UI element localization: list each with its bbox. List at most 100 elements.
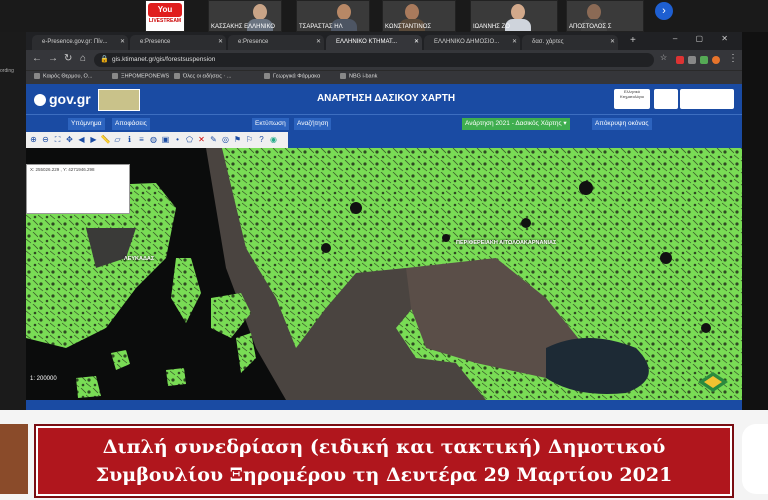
- map-toolbar-row: ⊕ ⊖ ⛶ ✥ ◀ ▶ 📏 ▱ ℹ ≡ ◍ ▣ • ⬠ ✕ ✎ ◎ ⚑ ⚐ ? …: [26, 132, 742, 148]
- participant-tile[interactable]: ΙΩΑΝΝΗΣ ΖΟ: [470, 0, 558, 32]
- decisions-button[interactable]: Αποφάσεις: [112, 118, 150, 130]
- map-toolbar: ⊕ ⊖ ⛶ ✥ ◀ ▶ 📏 ▱ ℹ ≡ ◍ ▣ • ⬠ ✕ ✎ ◎ ⚑ ⚐ ? …: [26, 132, 288, 148]
- cadastre-logo: Ελληνικό Κτηματολόγιο: [614, 89, 650, 109]
- tab-label: e:Presence: [140, 39, 171, 45]
- forward-icon[interactable]: →: [48, 53, 58, 64]
- youtube-logo: You Tube: [148, 3, 182, 28]
- side-panel-label: ording: [0, 68, 14, 74]
- print-button[interactable]: Εκτύπωση: [252, 118, 289, 130]
- eu-funding-logo: [680, 89, 734, 109]
- address-bar-row: ← → ↻ ⌂ 🔒 gis.ktimanet.gr/gis/forestsusp…: [26, 50, 742, 70]
- govgr-logo[interactable]: gov.gr: [34, 91, 91, 107]
- cadastre-badge-icon: [698, 372, 728, 392]
- point-icon[interactable]: •: [172, 134, 183, 145]
- right-side-panel: [742, 32, 768, 410]
- participant-tile[interactable]: ΑΠΟΣΤΟΛΟΣ Σ: [566, 0, 644, 32]
- area-icon[interactable]: ▱: [112, 134, 123, 145]
- edit-icon[interactable]: ✎: [208, 134, 219, 145]
- participant-tile[interactable]: ΚΩΝΣΤΑΝΤΙΝΟΣ: [382, 0, 456, 32]
- tab-label: ΕΛΛΗΝΙΚΟ ΔΗΜΟΣΙΟ...: [434, 39, 500, 45]
- star-icon[interactable]: ☆: [660, 53, 667, 62]
- locate-icon[interactable]: ◎: [220, 134, 231, 145]
- select-icon[interactable]: ▣: [160, 134, 171, 145]
- coordinates-readout: X: 255026.229 , Y: 4271946.298: [26, 164, 130, 214]
- place-label: ΠΕΡΙΦΕΡΕΙΑΚΗ ΑΙΤΩΛΟΑΚΑΡΝΑΝΙΑΣ: [456, 240, 557, 246]
- previous-extent-icon[interactable]: ◀: [76, 134, 87, 145]
- close-icon[interactable]: ✕: [120, 35, 125, 50]
- measure-icon[interactable]: 📏: [100, 134, 111, 145]
- tab-label: δασ. χάρτες: [532, 39, 564, 45]
- browser-tab[interactable]: e-Presence.gov.gr: Πίν... ✕: [32, 35, 128, 50]
- close-icon[interactable]: ✕: [610, 35, 615, 50]
- close-icon[interactable]: ✕: [414, 35, 419, 50]
- browser-tab[interactable]: ΕΛΛΗΝΙΚΟ ΔΗΜΟΣΙΟ... ✕: [424, 35, 520, 50]
- browser-window: e-Presence.gov.gr: Πίν... ✕ e:Presence ✕ e…: [26, 32, 742, 410]
- page-title: ΑΝΑΡΤΗΣΗ ΔΑΣΙΚΟΥ ΧΑΡΤΗ: [316, 93, 456, 104]
- caption-line-2: Συμβουλίου Ξηρομέρου τη Δευτέρα 29 Μαρτί…: [95, 464, 673, 486]
- zoom-in-icon[interactable]: ⊕: [28, 134, 39, 145]
- participant-name: ΤΣΑΡΑΣΤΑΣ ΗΛ: [299, 24, 343, 30]
- municipality-seal-logo: [742, 424, 768, 494]
- bookmark-map-icon[interactable]: ⚑: [232, 134, 243, 145]
- bookmarks-bar: Καιρός Θερμου, Ο... ΞΗΡΟΜΕΡΟNEWS Όλες οι…: [26, 70, 742, 85]
- full-extent-icon[interactable]: ⛶: [52, 134, 63, 145]
- bookmark-item[interactable]: Καιρός Θερμου, Ο...: [34, 73, 92, 79]
- browser-tab[interactable]: e:Presence ✕: [130, 35, 226, 50]
- partner-logo: [654, 89, 678, 109]
- polygon-icon[interactable]: ⬠: [184, 134, 195, 145]
- tab-bar: e-Presence.gov.gr: Πίν... ✕ e:Presence ✕ e…: [26, 32, 742, 50]
- help-icon[interactable]: ?: [256, 134, 267, 145]
- flag-icon[interactable]: ⚐: [244, 134, 255, 145]
- bookmark-item[interactable]: NBG i-bank: [340, 73, 377, 79]
- caption-line-1: Διπλή συνεδρίαση (ειδική και τακτική) Δη…: [102, 436, 666, 458]
- layers-icon[interactable]: ≡: [136, 134, 147, 145]
- basemap-icon[interactable]: ◉: [268, 134, 279, 145]
- reload-icon[interactable]: ↻: [64, 53, 72, 64]
- close-icon[interactable]: ✕: [218, 35, 223, 50]
- participant-name: ΑΠΟΣΤΟΛΟΣ Σ: [569, 24, 612, 30]
- extension-icon[interactable]: [688, 56, 696, 64]
- bookmark-item[interactable]: ΞΗΡΟΜΕΡΟNEWS: [112, 73, 169, 79]
- legend-button[interactable]: Υπόμνημα: [68, 118, 105, 130]
- clear-icon[interactable]: ✕: [196, 134, 207, 145]
- zoom-out-icon[interactable]: ⊖: [40, 134, 51, 145]
- url-text: gis.ktimanet.gr/gis/forestsuspension: [112, 56, 216, 63]
- close-icon[interactable]: ✕: [316, 35, 321, 50]
- hide-image-button[interactable]: Απόκρυψη οκόνας: [592, 118, 652, 130]
- home-icon[interactable]: ⌂: [80, 53, 86, 64]
- meeting-caption-banner: Διπλή συνεδρίαση (ειδική και τακτική) Δη…: [36, 426, 732, 496]
- youtube-livestream-tile: You Tube LIVESTREAM: [145, 0, 185, 32]
- next-extent-icon[interactable]: ▶: [88, 134, 99, 145]
- menu-dots-icon[interactable]: ⋮: [728, 53, 738, 64]
- map-footer-bar: [26, 400, 742, 410]
- site-menu: Υπόμνημα Αποφάσεις Εκτύπωση Αναζήτηση Αν…: [26, 114, 742, 133]
- participant-tile[interactable]: ΤΣΑΡΑΣΤΑΣ ΗΛ: [296, 0, 370, 32]
- close-icon[interactable]: ✕: [512, 35, 517, 50]
- info-icon[interactable]: ℹ: [124, 134, 135, 145]
- pan-icon[interactable]: ✥: [64, 134, 75, 145]
- window-controls[interactable]: – ▢ ✕: [673, 34, 736, 43]
- participant-tile[interactable]: ΚΑΣΣΑΚΗΣ ΕΛΛΗΝΙΚΟ: [208, 0, 282, 32]
- extension-icon[interactable]: [676, 56, 684, 64]
- layer-select-dropdown[interactable]: Ανάρτηση 2021 - Δασικός Χάρτης ▾: [462, 118, 570, 130]
- bookmark-item[interactable]: Όλες οι ειδήσεις · ...: [174, 73, 231, 79]
- extension-icon[interactable]: [700, 56, 708, 64]
- browser-tab[interactable]: e:Presence ✕: [228, 35, 324, 50]
- back-icon[interactable]: ←: [32, 53, 42, 64]
- place-label: ΛΕΥΚΑΔΑΣ: [124, 256, 155, 262]
- browser-tab[interactable]: δασ. χάρτες ✕: [522, 35, 618, 50]
- tab-label: e-Presence.gov.gr: Πίν...: [42, 39, 108, 45]
- browser-tab-active[interactable]: ΕΛΛΗΝΙΚΟ ΚΤΗΜΑΤ... ✕: [326, 35, 422, 50]
- lock-icon[interactable]: 🔒: [100, 53, 109, 67]
- search-button[interactable]: Αναζήτηση: [294, 118, 332, 130]
- next-participants-button[interactable]: ›: [655, 2, 673, 20]
- globe-icon[interactable]: ◍: [148, 134, 159, 145]
- profile-avatar[interactable]: [712, 56, 720, 64]
- municipality-building-logo: [0, 424, 28, 494]
- participant-name: ΚΑΣΣΑΚΗΣ ΕΛΛΗΝΙΚΟ: [211, 24, 275, 30]
- url-input[interactable]: 🔒 gis.ktimanet.gr/gis/forestsuspension: [94, 53, 654, 67]
- new-tab-button[interactable]: +: [630, 35, 636, 46]
- bookmark-item[interactable]: Γεωργικά Φάρμακα: [264, 73, 320, 79]
- livestream-label: LIVESTREAM: [148, 18, 182, 24]
- forest-map-canvas[interactable]: X: 255026.229 , Y: 4271946.298 ΛΕΥΚΑΔΑΣ …: [26, 148, 742, 400]
